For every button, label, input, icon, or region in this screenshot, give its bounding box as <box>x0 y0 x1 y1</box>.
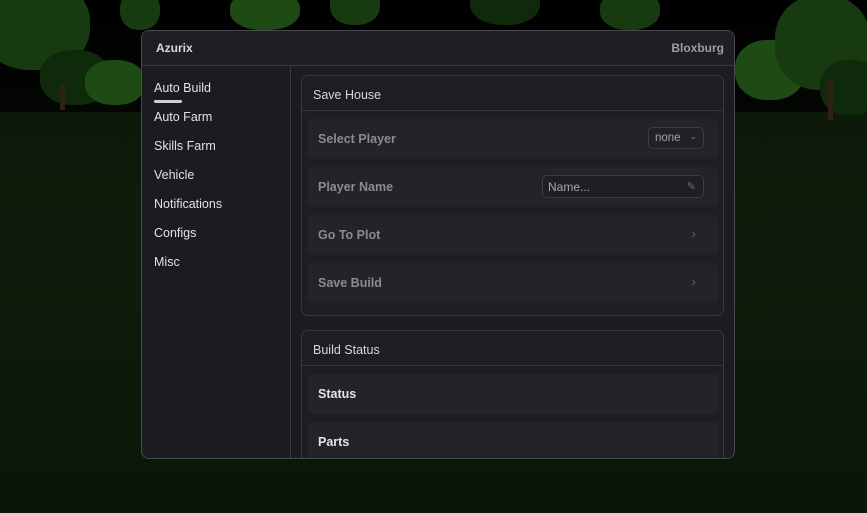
chevron-down-icon: ⌄ <box>689 131 697 141</box>
select-player-label: Select Player <box>318 132 396 146</box>
game-name: Bloxburg <box>671 41 724 55</box>
sidebar-item-vehicle[interactable]: Vehicle <box>154 168 194 182</box>
sidebar: Auto Build Auto Farm Skills Farm Vehicle… <box>142 66 291 458</box>
sidebar-item-notifications[interactable]: Notifications <box>154 197 222 211</box>
parts-row: Parts <box>308 422 718 458</box>
sidebar-item-auto-build[interactable]: Auto Build <box>154 81 211 95</box>
player-name-label: Player Name <box>318 180 394 194</box>
sidebar-item-skills-farm[interactable]: Skills Farm <box>154 139 216 153</box>
build-status-section: Build Status Status Parts <box>301 330 724 458</box>
save-build-button[interactable]: Save Build › <box>308 263 718 303</box>
section-header: Build Status <box>302 331 723 366</box>
save-house-section: Save House Select Player none ⌄ Player N… <box>301 75 724 316</box>
script-hub-window: Azurix Bloxburg Auto Build Auto Farm Ski… <box>141 30 735 459</box>
section-header: Save House <box>302 76 723 111</box>
player-name-row: Player Name ✎ <box>308 167 718 207</box>
select-player-dropdown[interactable]: none ⌄ <box>648 127 704 149</box>
status-label: Status <box>318 387 357 401</box>
chevron-right-icon: › <box>691 226 696 241</box>
status-row: Status <box>308 374 718 414</box>
chevron-right-icon: › <box>691 274 696 289</box>
active-tab-indicator <box>154 100 182 103</box>
content-area[interactable]: Save House Select Player none ⌄ Player N… <box>292 66 734 458</box>
title-bar[interactable]: Azurix Bloxburg <box>142 31 734 66</box>
tree-trunk <box>828 80 833 120</box>
sidebar-item-configs[interactable]: Configs <box>154 226 196 240</box>
go-to-plot-button[interactable]: Go To Plot › <box>308 215 718 255</box>
sidebar-item-misc[interactable]: Misc <box>154 255 180 269</box>
select-player-row: Select Player none ⌄ <box>308 119 718 159</box>
go-to-plot-label: Go To Plot <box>318 228 381 242</box>
player-name-input[interactable] <box>548 179 678 194</box>
section-title: Build Status <box>313 343 380 357</box>
player-name-field[interactable]: ✎ <box>542 175 704 198</box>
parts-label: Parts <box>318 435 350 449</box>
sidebar-item-auto-farm[interactable]: Auto Farm <box>154 110 212 124</box>
save-build-label: Save Build <box>318 276 382 290</box>
tree <box>85 60 145 105</box>
window-title: Azurix <box>156 41 193 55</box>
dropdown-value: none <box>655 132 681 144</box>
section-title: Save House <box>313 88 382 102</box>
tree-trunk <box>60 85 65 110</box>
pencil-icon: ✎ <box>686 181 696 193</box>
